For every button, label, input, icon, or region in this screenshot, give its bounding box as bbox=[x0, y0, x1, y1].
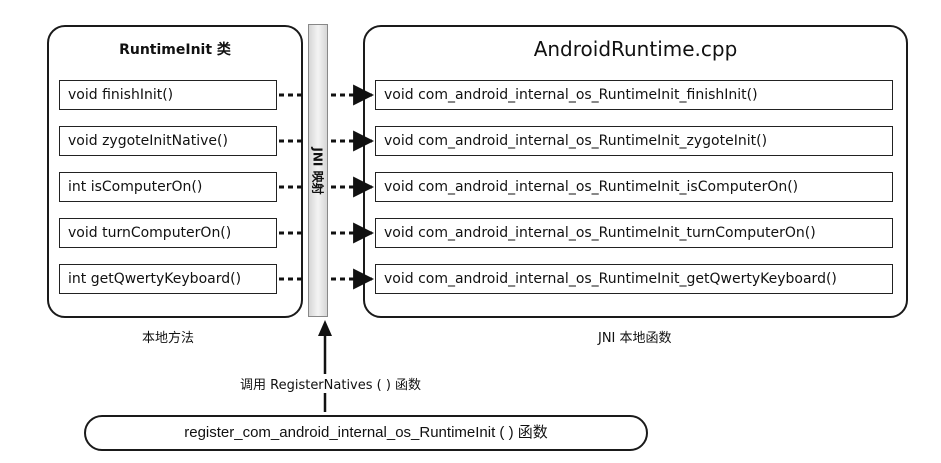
register-natives-call-label: 调用 RegisterNatives ( ) 函数 bbox=[238, 374, 424, 393]
register-function-pill: register_com_android_internal_os_Runtime… bbox=[84, 415, 648, 451]
jni-native-functions-caption: JNI 本地函数 bbox=[598, 331, 672, 346]
register-arrow-head bbox=[318, 320, 332, 336]
mapping-arrows bbox=[279, 84, 375, 412]
native-methods-caption: 本地方法 bbox=[142, 331, 195, 346]
